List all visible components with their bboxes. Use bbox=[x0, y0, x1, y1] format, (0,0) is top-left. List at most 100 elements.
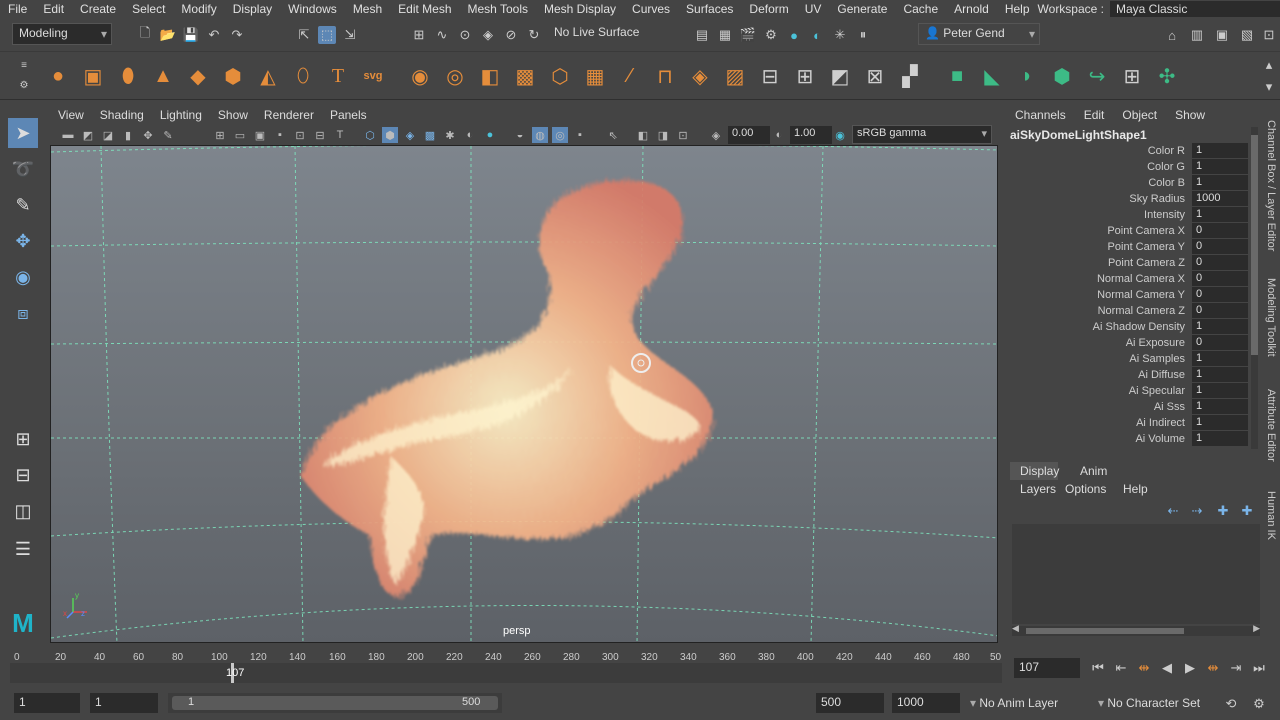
boolean-icon[interactable]: ⬡ bbox=[546, 62, 574, 90]
attr-label[interactable]: Ai Specular bbox=[1129, 385, 1185, 397]
menu-file[interactable]: File bbox=[0, 2, 35, 16]
menuset-dropdown[interactable]: Modeling ▾ bbox=[12, 23, 112, 45]
tab-channel-box-layer-editor[interactable]: Channel Box / Layer Editor bbox=[1262, 111, 1280, 261]
wireframe-on-shaded-icon[interactable]: ◈ bbox=[402, 127, 418, 143]
poly-cone-icon[interactable]: ▲ bbox=[149, 62, 177, 90]
viewport-menu-show[interactable]: Show bbox=[210, 108, 256, 122]
viewport-menu-lighting[interactable]: Lighting bbox=[152, 108, 210, 122]
camera-bookmark-icon[interactable]: ◪ bbox=[100, 127, 116, 143]
channel-show-menu[interactable]: Show bbox=[1166, 108, 1214, 122]
attr-value-field[interactable]: 1 bbox=[1192, 319, 1248, 334]
tab-anim[interactable]: Anim bbox=[1080, 462, 1107, 480]
layer-hscrollbar[interactable]: ◀ ▶ bbox=[1012, 623, 1260, 636]
attr-value-field[interactable]: 1 bbox=[1192, 415, 1248, 430]
menu-edit[interactable]: Edit bbox=[35, 2, 72, 16]
select-hierarchy-icon[interactable]: ⇱ bbox=[295, 26, 313, 44]
smooth-shade-icon[interactable]: ⬢ bbox=[382, 127, 398, 143]
attr-value-field[interactable]: 1 bbox=[1192, 207, 1248, 222]
film-gate-icon[interactable]: ▭ bbox=[232, 127, 248, 143]
attr-value-field[interactable]: 1 bbox=[1192, 367, 1248, 382]
four-view-icon[interactable]: ⊟ bbox=[8, 460, 38, 490]
user-account-dropdown[interactable]: 👤 Peter Gend ▾ bbox=[918, 23, 1040, 45]
menu-select[interactable]: Select bbox=[124, 2, 173, 16]
lasso-tool-icon[interactable]: ➰ bbox=[8, 154, 38, 184]
select-object-icon[interactable]: ⬚ bbox=[318, 26, 336, 44]
modeling-toolkit-icon[interactable]: ⌂ bbox=[1163, 26, 1181, 44]
xray-components-icon[interactable]: ◨ bbox=[655, 127, 671, 143]
exposure-field[interactable]: 0.00 bbox=[728, 126, 770, 144]
isolate-select-icon[interactable]: ▪ bbox=[572, 127, 588, 143]
attr-value-field[interactable]: 0 bbox=[1192, 223, 1248, 238]
field-chart-icon[interactable]: ⊡ bbox=[292, 127, 308, 143]
snap-curve-icon[interactable]: ∿ bbox=[433, 26, 451, 44]
ipr-render-icon[interactable]: 🎬 bbox=[739, 26, 757, 44]
animation-prefs-icon[interactable]: ⚙ bbox=[1250, 695, 1268, 713]
animation-start-field[interactable]: 1 bbox=[14, 693, 80, 713]
two-d-pan-icon[interactable]: ✥ bbox=[140, 127, 156, 143]
channels-menu[interactable]: Channels bbox=[1006, 108, 1075, 122]
extract-icon[interactable]: ◧ bbox=[476, 62, 504, 90]
attr-label[interactable]: Intensity bbox=[1144, 209, 1185, 221]
menu-mesh-tools[interactable]: Mesh Tools bbox=[460, 2, 536, 16]
poly-plane-icon[interactable]: ◆ bbox=[184, 62, 212, 90]
snap-grid-icon[interactable]: ⊞ bbox=[410, 26, 428, 44]
time-slider-track[interactable] bbox=[10, 663, 1002, 683]
scroll-left-icon[interactable]: ◀ bbox=[1012, 623, 1019, 634]
attr-label[interactable]: Point Camera X bbox=[1107, 225, 1185, 237]
paint-select-icon[interactable]: ✎ bbox=[8, 190, 38, 220]
tab-modeling-toolkit[interactable]: Modeling Toolkit bbox=[1262, 270, 1280, 365]
color-management-icon[interactable]: ◉ bbox=[832, 127, 848, 143]
poly-sphere-icon[interactable]: ● bbox=[44, 62, 72, 90]
snap-surface-icon[interactable]: ⊘ bbox=[502, 26, 520, 44]
new-layer-icon[interactable]: ✚ bbox=[1214, 502, 1232, 520]
uv-planar-icon[interactable]: ■ bbox=[943, 62, 971, 90]
attr-value-field[interactable]: 1 bbox=[1192, 399, 1248, 414]
viewport-menu-shading[interactable]: Shading bbox=[92, 108, 152, 122]
combine-icon[interactable]: ◉ bbox=[406, 62, 434, 90]
shadows-icon[interactable]: ◐ bbox=[462, 127, 478, 143]
shelf-scroll-up-icon[interactable]: ▴ bbox=[1260, 56, 1278, 74]
menu-uv[interactable]: UV bbox=[797, 2, 830, 16]
attr-value-field[interactable]: 0 bbox=[1192, 255, 1248, 270]
layer-list[interactable] bbox=[1012, 524, 1260, 624]
step-forward-frame-icon[interactable]: ⇹ bbox=[1204, 659, 1222, 677]
uv-spherical-icon[interactable]: ◗ bbox=[1013, 62, 1041, 90]
range-slider-handle[interactable] bbox=[172, 696, 498, 710]
tab-attribute-editor[interactable]: Attribute Editor bbox=[1262, 380, 1280, 470]
ambient-occlusion-icon[interactable]: ● bbox=[482, 127, 498, 143]
attr-label[interactable]: Point Camera Y bbox=[1108, 241, 1185, 253]
viewport-canvas[interactable]: y x z bbox=[51, 146, 998, 643]
scroll-right-icon[interactable]: ▶ bbox=[1253, 623, 1260, 634]
menu-curves[interactable]: Curves bbox=[624, 2, 678, 16]
pause-render-icon[interactable]: ⏸ bbox=[854, 26, 872, 44]
uv-unfold-icon[interactable]: ✣ bbox=[1153, 62, 1181, 90]
move-tool-icon[interactable]: ✥ bbox=[8, 226, 38, 256]
attr-value-field[interactable]: 0 bbox=[1192, 271, 1248, 286]
layers-menu[interactable]: Layers bbox=[1020, 482, 1056, 496]
separate-icon[interactable]: ◎ bbox=[441, 62, 469, 90]
move-layer-down-icon[interactable]: ⇢ bbox=[1188, 502, 1206, 520]
safe-title-icon[interactable]: T bbox=[332, 127, 348, 143]
attr-value-field[interactable]: 1 bbox=[1192, 159, 1248, 174]
current-frame-field[interactable]: 107 bbox=[1014, 658, 1080, 678]
uv-checker-icon[interactable]: ⊞ bbox=[1118, 62, 1146, 90]
menu-arnold[interactable]: Arnold bbox=[946, 2, 997, 16]
new-scene-icon[interactable]: 🗋 bbox=[136, 25, 154, 44]
all-lights-icon[interactable]: ✱ bbox=[442, 127, 458, 143]
arnold-light-icon[interactable]: ✳ bbox=[831, 26, 849, 44]
menu-modify[interactable]: Modify bbox=[173, 2, 224, 16]
auto-key-icon[interactable]: ⟲ bbox=[1222, 695, 1240, 713]
wireframe-icon[interactable]: ⬡ bbox=[362, 127, 378, 143]
poly-torus-icon[interactable]: ⬢ bbox=[219, 62, 247, 90]
undo-icon[interactable]: ↶ bbox=[205, 26, 223, 44]
scrollbar-thumb[interactable] bbox=[1026, 628, 1184, 634]
render-view-icon[interactable]: ▤ bbox=[693, 26, 711, 44]
attr-value-field[interactable]: 0 bbox=[1192, 287, 1248, 302]
options-menu[interactable]: Options bbox=[1065, 482, 1106, 496]
gate-mask-icon[interactable]: ▪ bbox=[272, 127, 288, 143]
shelf-scroll-down-icon[interactable]: ▾ bbox=[1260, 78, 1278, 96]
animation-end-field[interactable]: 1000 bbox=[892, 693, 960, 713]
poly-pyramid-icon[interactable]: ◭ bbox=[254, 62, 282, 90]
gamma-icon[interactable]: ◐ bbox=[771, 127, 787, 143]
new-layer-selected-icon[interactable]: ✚ bbox=[1238, 502, 1256, 520]
